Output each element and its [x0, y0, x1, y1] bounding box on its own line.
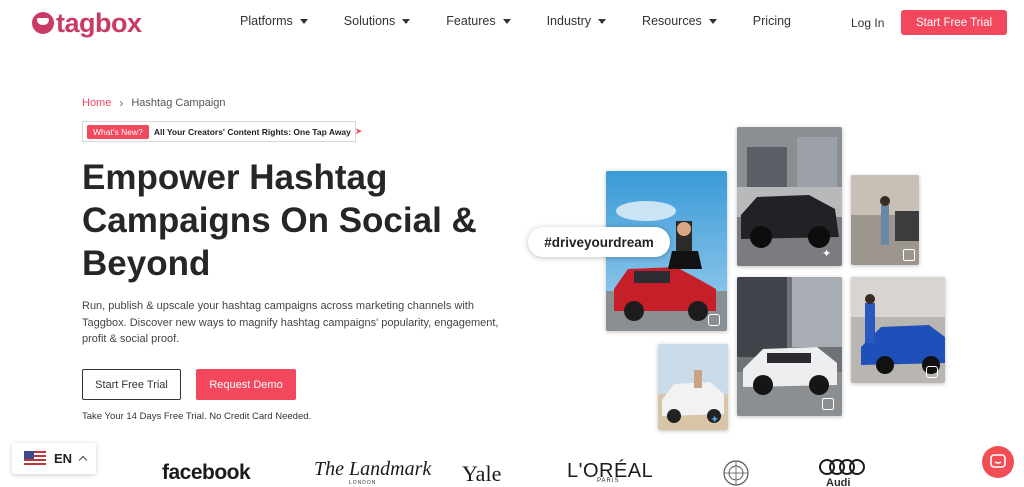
tagbox-logo-icon: [32, 12, 54, 34]
chevron-down-icon: [708, 18, 717, 24]
chevron-down-icon: [502, 18, 511, 24]
breadcrumb: Home › Hashtag Campaign: [82, 96, 226, 110]
landmark-logo: The Landmark: [314, 458, 432, 480]
landmark-logo-sub: LONDON: [349, 480, 377, 486]
audi-rings-icon: [819, 459, 865, 475]
chevron-right-icon: ›: [119, 96, 124, 110]
hero-description: Run, publish & upscale your hashtag camp…: [82, 300, 499, 345]
nav-item-industry[interactable]: Industry: [547, 14, 607, 28]
facebook-logo: facebook: [162, 461, 251, 484]
black-audi-tile[interactable]: ✦: [737, 127, 842, 266]
black-car-image: [737, 127, 842, 266]
client-logos: facebook The Landmark LONDON Yale L'ORÉA…: [0, 455, 1024, 487]
main-nav: Platforms Solutions Features Industry Re…: [240, 14, 827, 28]
twitter-icon: ✦: [710, 414, 720, 426]
header-start-trial-button[interactable]: Start Free Trial: [901, 10, 1007, 35]
announcement-bar[interactable]: What's New? All Your Creators' Content R…: [82, 121, 362, 142]
instagram-icon: [926, 366, 938, 378]
page-title: Empower Hashtag Campaigns On Social & Be…: [82, 158, 477, 283]
un-emblem-icon: [723, 460, 749, 486]
chat-button[interactable]: [982, 446, 1014, 478]
twitter-icon: ✦: [822, 248, 832, 260]
request-demo-button[interactable]: Request Demo: [196, 369, 296, 400]
blue-car-tile[interactable]: [851, 277, 945, 383]
chevron-up-icon: [78, 455, 88, 465]
start-free-trial-button[interactable]: Start Free Trial: [82, 369, 181, 400]
chat-icon: [990, 454, 1006, 468]
us-flag-icon: [24, 451, 46, 466]
announcement-text: All Your Creators' Content Rights: One T…: [153, 126, 351, 137]
breadcrumb-current: Hashtag Campaign: [131, 97, 226, 109]
login-link[interactable]: Log In: [851, 16, 884, 30]
yale-logo: Yale: [462, 461, 502, 486]
logo-text: tagbox: [56, 7, 142, 38]
nav-item-pricing[interactable]: Pricing: [753, 14, 791, 28]
media-icon: [903, 249, 915, 261]
white-sportscar-tile[interactable]: [737, 277, 842, 416]
chevron-down-icon: [598, 18, 607, 24]
street-woman-tile[interactable]: [851, 175, 919, 265]
nav-item-features[interactable]: Features: [446, 14, 511, 28]
rocket-icon: ➤: [354, 126, 363, 136]
nav-item-platforms[interactable]: Platforms: [240, 14, 308, 28]
trial-note: Take Your 14 Days Free Trial. No Credit …: [82, 411, 312, 422]
site-header: tagbox Platforms Solutions Features Indu…: [0, 0, 1024, 46]
audi-logo-text: Audi: [826, 477, 851, 487]
tagbox-logo[interactable]: tagbox: [32, 8, 142, 38]
chevron-down-icon: [299, 18, 308, 24]
language-selector[interactable]: EN: [12, 443, 96, 474]
white-car-image: [737, 277, 842, 416]
whats-new-badge: What's New?: [87, 124, 149, 139]
beach-car-tile[interactable]: ✦: [658, 344, 728, 430]
loreal-logo-sub: PARIS: [597, 478, 620, 484]
breadcrumb-home-link[interactable]: Home: [82, 97, 111, 109]
media-icon: [822, 398, 834, 410]
hashtag-label: #driveyourdream: [528, 227, 670, 257]
chevron-down-icon: [402, 18, 411, 24]
instagram-icon: [708, 314, 720, 326]
nav-item-resources[interactable]: Resources: [642, 14, 717, 28]
nav-item-solutions[interactable]: Solutions: [344, 14, 411, 28]
language-label: EN: [54, 451, 73, 466]
